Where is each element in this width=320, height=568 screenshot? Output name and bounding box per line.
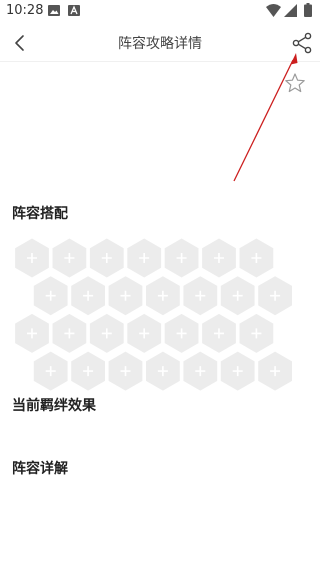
hex-slot[interactable] bbox=[33, 351, 68, 391]
hex-slot[interactable] bbox=[52, 313, 87, 353]
hex-slot[interactable] bbox=[239, 238, 274, 278]
hex-slot[interactable] bbox=[71, 276, 105, 316]
hex-slot[interactable] bbox=[239, 313, 274, 353]
hex-slot[interactable] bbox=[220, 351, 255, 391]
hex-slot[interactable] bbox=[258, 351, 292, 391]
hex-slot[interactable] bbox=[164, 238, 199, 278]
hex-slot[interactable] bbox=[15, 313, 49, 353]
hex-slot[interactable] bbox=[183, 276, 218, 316]
hex-slot[interactable] bbox=[52, 238, 87, 278]
hex-slot[interactable] bbox=[71, 351, 105, 391]
hex-slot[interactable] bbox=[220, 276, 255, 316]
lineup-hex-grid bbox=[15, 238, 292, 391]
hex-slot[interactable] bbox=[146, 351, 180, 391]
hex-slot[interactable] bbox=[108, 276, 143, 316]
hex-slot[interactable] bbox=[146, 276, 180, 316]
hex-slot[interactable] bbox=[127, 238, 162, 278]
hex-slot[interactable] bbox=[108, 351, 143, 391]
hex-slot[interactable] bbox=[202, 238, 236, 278]
hex-slot[interactable] bbox=[258, 276, 292, 316]
hex-slot[interactable] bbox=[183, 351, 218, 391]
hex-slot[interactable] bbox=[127, 313, 162, 353]
hex-slot[interactable] bbox=[15, 238, 49, 278]
hex-slot[interactable] bbox=[89, 313, 124, 353]
hex-slot[interactable] bbox=[164, 313, 199, 353]
hex-slot[interactable] bbox=[33, 276, 68, 316]
hex-slot[interactable] bbox=[202, 313, 236, 353]
hex-slot[interactable] bbox=[89, 238, 124, 278]
